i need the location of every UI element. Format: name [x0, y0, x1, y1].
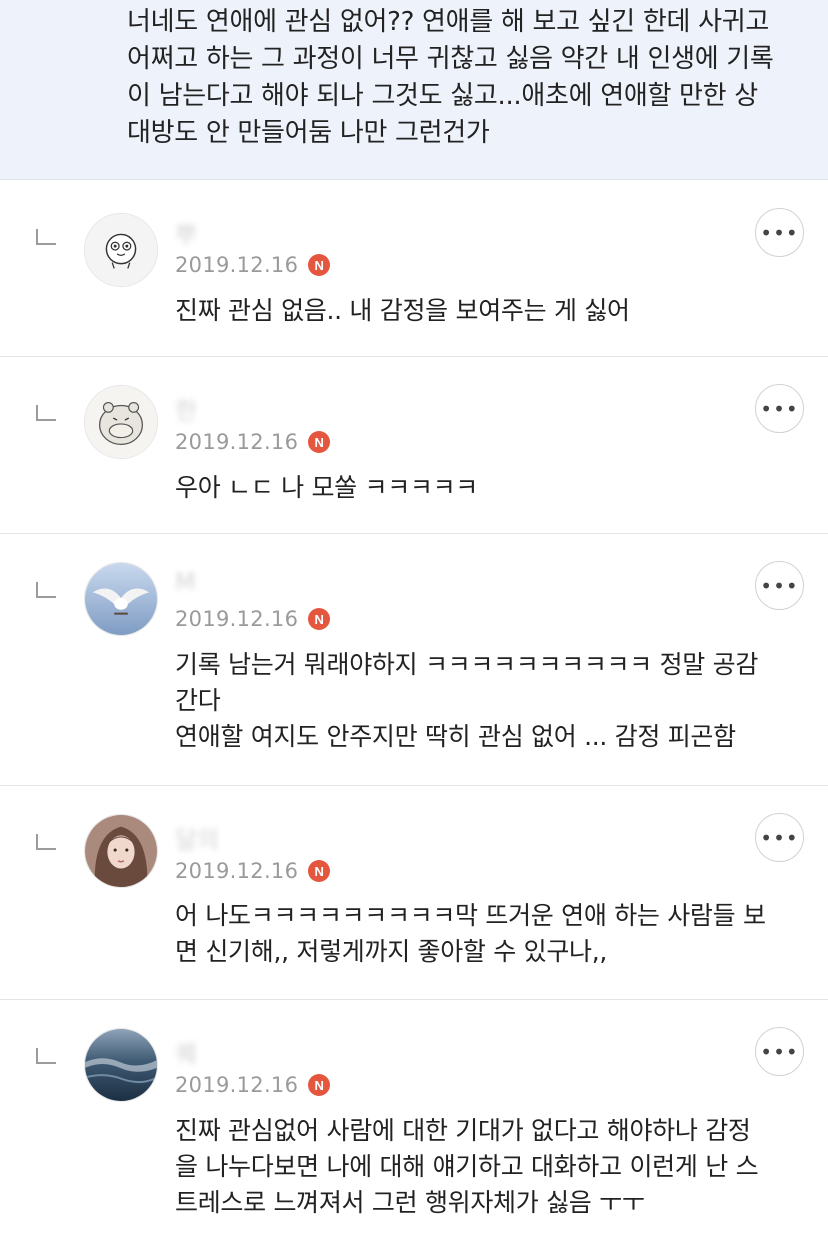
avatar[interactable] — [84, 814, 158, 888]
comment-text: 우아 ㄴㄷ 나 모쏠 ㅋㅋㅋㅋㅋ — [175, 473, 478, 502]
avatar[interactable] — [84, 1028, 158, 1102]
new-badge-icon: N — [308, 254, 331, 276]
new-badge-icon: N — [308, 431, 331, 453]
comment-date: 2019.12.16 — [175, 607, 299, 631]
comment-date: 2019.12.16 — [175, 253, 299, 277]
new-badge-icon: N — [308, 608, 331, 630]
hippo-character-avatar-icon — [85, 386, 157, 458]
comment-meta: 2019.12.16 N — [175, 253, 331, 277]
comment-text: 진짜 관심 없음.. 내 감정을 보여주는 게 싫어 — [175, 296, 630, 325]
comment-meta: 2019.12.16 N — [175, 859, 331, 883]
comment-item: 한 2019.12.16 N ••• 우아 ㄴㄷ 나 모쏠 ㅋㅋㅋㅋㅋ — [0, 357, 828, 534]
bird-photo-avatar-icon — [85, 563, 157, 635]
comment-text: 기록 남는거 뭐래야하지 ㅋㅋㅋㅋㅋㅋㅋㅋㅋㅋ 정말 공감 간다 연애할 여지도… — [175, 650, 759, 751]
more-options-button[interactable]: ••• — [755, 1027, 804, 1076]
comment-item: 뿌 2019.12.16 N ••• 진짜 관심 없음.. 내 감정을 보여주는… — [0, 181, 828, 357]
more-options-button[interactable]: ••• — [755, 208, 804, 257]
new-badge-icon: N — [308, 860, 331, 882]
commenter-nickname: 달의 — [175, 826, 220, 854]
cartoon-character-avatar-icon — [85, 214, 157, 286]
comment-item: M 2019.12.16 N ••• 기록 남는거 뭐래야하지 ㅋㅋㅋㅋㅋㅋㅋㅋ… — [0, 534, 828, 786]
sea-wave-photo-avatar-icon — [85, 1029, 157, 1101]
comment-meta: 2019.12.16 N — [175, 430, 331, 454]
more-options-button[interactable]: ••• — [755, 813, 804, 862]
person-photo-avatar-icon — [85, 815, 157, 887]
more-options-button[interactable]: ••• — [755, 561, 804, 610]
comment-item: 퀘 2019.12.16 N ••• 진짜 관심없어 사람에 대한 기대가 없다… — [0, 1000, 828, 1240]
reply-indicator-icon — [36, 834, 56, 850]
commenter-nickname: 뿌 — [175, 221, 198, 249]
avatar[interactable] — [84, 213, 158, 287]
comment-date: 2019.12.16 — [175, 430, 299, 454]
commenter-nickname: M — [175, 568, 196, 596]
commenter-nickname: 한 — [175, 397, 198, 425]
comment-meta: 2019.12.16 N — [175, 607, 331, 631]
commenter-nickname: 퀘 — [175, 1040, 198, 1068]
comment-date: 2019.12.16 — [175, 859, 299, 883]
comment-text: 진짜 관심없어 사람에 대한 기대가 없다고 해야하나 감정 을 나누다보면 나… — [175, 1116, 759, 1217]
new-badge-icon: N — [308, 1074, 331, 1096]
comment-date: 2019.12.16 — [175, 1073, 299, 1097]
post-text: 너네도 연애에 관심 없어?? 연애를 해 보고 싶긴 한데 사귀고 어쩌고 하… — [127, 7, 774, 148]
avatar[interactable] — [84, 385, 158, 459]
reply-indicator-icon — [36, 1048, 56, 1064]
comment-item: 달의 2019.12.16 N ••• 어 나도ㅋㅋㅋㅋㅋㅋㅋㅋㅋ막 뜨거운 연… — [0, 786, 828, 1000]
more-options-button[interactable]: ••• — [755, 384, 804, 433]
reply-indicator-icon — [36, 229, 56, 245]
reply-indicator-icon — [36, 582, 56, 598]
comment-meta: 2019.12.16 N — [175, 1073, 331, 1097]
post-content: 너네도 연애에 관심 없어?? 연애를 해 보고 싶긴 한데 사귀고 어쩌고 하… — [0, 0, 828, 180]
comment-text: 어 나도ㅋㅋㅋㅋㅋㅋㅋㅋㅋ막 뜨거운 연애 하는 사람들 보 면 신기해,, 저… — [175, 901, 766, 966]
avatar[interactable] — [84, 562, 158, 636]
reply-indicator-icon — [36, 405, 56, 421]
